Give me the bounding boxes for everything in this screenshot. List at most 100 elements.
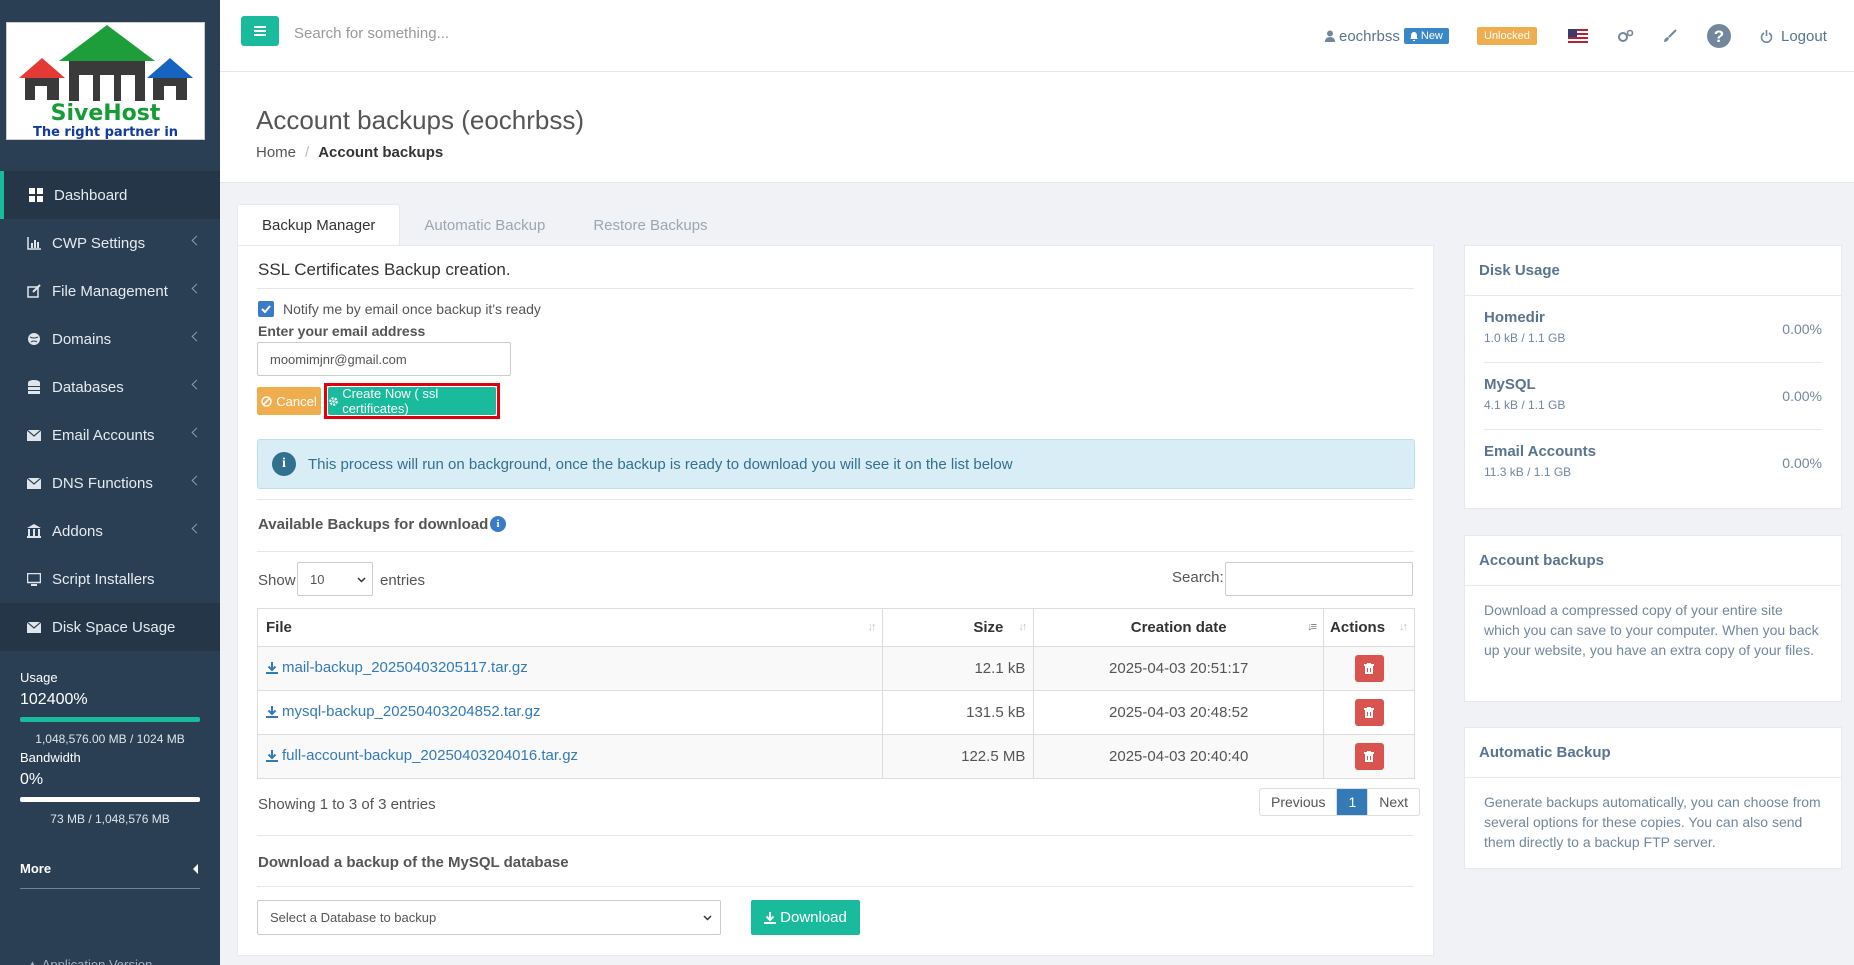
download-link[interactable]: mysql-backup_20250403204852.tar.gz [266,703,541,720]
trash-icon [1364,751,1375,762]
notify-checkbox[interactable] [258,301,274,317]
automatic-backup-info-panel: Automatic Backup Generate backups automa… [1464,727,1842,869]
settings-link[interactable] [1618,0,1634,72]
table-row: mysql-backup_20250403204852.tar.gz 131.5… [256,690,1415,735]
usage-detail: 4.1 kB / 1.1 GB [1484,398,1566,412]
trash-icon [1364,663,1375,674]
previous-page-button[interactable]: Previous [1260,789,1336,815]
language-flag[interactable] [1568,0,1588,72]
delete-button[interactable] [1354,655,1384,682]
help-link[interactable]: ? [1707,0,1731,72]
logout-link[interactable]: Logout [1760,0,1827,72]
sidebar-item-cwp-settings[interactable]: CWP Settings [0,219,220,267]
breadcrumb: Home / Account backups [256,144,443,161]
download-icon [266,705,278,718]
chevron-left-icon [191,283,202,294]
tab-backup-manager[interactable]: Backup Manager [237,204,401,246]
breadcrumb-separator: / [305,144,310,161]
page-1-button[interactable]: 1 [1336,789,1368,815]
download-link[interactable]: mail-backup_20250403205117.tar.gz [266,659,528,676]
bandwidth-label: Bandwidth [20,750,81,765]
usage-label: Usage [20,670,58,685]
ssl-backup-title: SSL Certificates Backup creation. [258,260,511,279]
logo[interactable]: SiveHost The right partner in hosting [6,22,205,140]
sort-desc-icon: ↓≡ [1307,621,1317,633]
bank-icon [26,524,42,538]
sidebar-item-label: Dashboard [54,186,128,204]
sidebar-item-disk-space-usage[interactable]: Disk Space Usage [0,603,220,651]
page-header: Account backups (eochrbss) Home / Account … [220,72,1854,183]
download-link[interactable]: full-account-backup_20250403204016.tar.g… [266,747,578,764]
breadcrumb-current: Account backups [318,144,444,161]
automatic-backup-info-text: Generate backups automatically, you can … [1484,794,1821,850]
chevron-left-icon [191,379,202,390]
theme-link[interactable] [1663,0,1677,72]
page-size-select[interactable]: 10 [297,562,373,596]
mysql-backup-title: Download a backup of the MySQL database [258,854,569,871]
cancel-button[interactable]: Cancel [257,387,321,415]
download-icon [266,749,278,762]
search-input[interactable] [294,20,694,46]
chevron-left-icon [191,235,202,246]
pagination: Previous 1 Next [1259,788,1421,816]
sidebar-item-label: Databases [52,378,124,396]
usage-percent: 0.00% [1782,388,1822,404]
hamburger-icon [254,26,266,36]
sidebar-item-domains[interactable]: Domains [0,315,220,363]
file-size: 131.5 kB [882,690,1035,735]
page-title: Account backups (eochrbss) [256,105,585,135]
file-size: 122.5 MB [882,734,1035,779]
file-name: mail-backup_20250403205117.tar.gz [282,659,528,677]
database-select-placeholder: Select a Database to backup [270,910,437,925]
available-backups-title: Available Backups for download [258,516,489,533]
sidebar-item-databases[interactable]: Databases [0,363,220,411]
more-toggle[interactable]: More [20,861,200,889]
creation-date: 2025-04-03 20:51:17 [1033,646,1325,691]
sidebar-item-script-installers[interactable]: Script Installers [0,555,220,603]
column-header-actions[interactable]: Actions ↓↑ [1323,608,1415,647]
database-select[interactable]: Select a Database to backup [257,900,721,935]
divider [257,886,1414,887]
new-badge[interactable]: New [1403,28,1449,44]
delete-button[interactable] [1354,743,1384,770]
email-field[interactable]: moomimjnr@gmail.com [257,342,511,376]
delete-button[interactable] [1354,699,1384,726]
creation-date: 2025-04-03 20:48:52 [1033,690,1325,735]
user-menu[interactable]: eochrbss New [1325,0,1449,72]
sidebar-item-dns-functions[interactable]: DNS Functions [0,459,220,507]
column-header-file[interactable]: File ↓↑ [256,608,884,647]
sidebar-item-label: Domains [52,330,112,348]
download-button[interactable]: Download [751,900,860,935]
us-flag-icon [1568,29,1588,43]
table-search-input[interactable] [1225,562,1413,596]
envelope-icon [26,476,42,490]
sidebar-item-dashboard[interactable]: Dashboard [0,171,220,219]
sidebar-item-label: CWP Settings [52,234,146,252]
disk-usage-title: Disk Usage [1465,246,1841,296]
tab-restore-backups[interactable]: Restore Backups [569,204,731,246]
email-label: Enter your email address [258,323,426,339]
chart-icon [26,236,42,250]
sidebar-item-addons[interactable]: Addons [0,507,220,555]
sidebar-item-file-management[interactable]: File Management [0,267,220,315]
column-header-size[interactable]: Size ↓↑ [882,608,1035,647]
breadcrumb-home[interactable]: Home [256,144,296,161]
info-icon[interactable]: i [490,516,506,532]
column-header-creation-date[interactable]: Creation date ↓≡ [1033,608,1325,647]
account-backups-info-title: Account backups [1465,536,1841,586]
usage-percent: 0.00% [1782,321,1822,337]
next-page-button[interactable]: Next [1367,789,1419,815]
alert-text: This process will run on background, onc… [308,455,1013,473]
usage-progress-bar [20,717,200,722]
chevron-down-icon [703,915,712,921]
usage-progress-fill [20,717,200,722]
sort-icon: ↓↑ [1399,621,1408,633]
sidebar-item-email-accounts[interactable]: Email Accounts [0,411,220,459]
usage-detail: 1,048,576.00 MB / 1024 MB [35,732,185,746]
create-now-button[interactable]: Create Now ( ssl certificates) [328,386,496,416]
tab-automatic-backup[interactable]: Automatic Backup [400,204,569,246]
houses-logo-icon [19,25,193,101]
menu-toggle-button[interactable] [241,16,279,46]
search-label: Search: [1172,569,1224,586]
sidebar-item-label: DNS Functions [52,474,153,492]
